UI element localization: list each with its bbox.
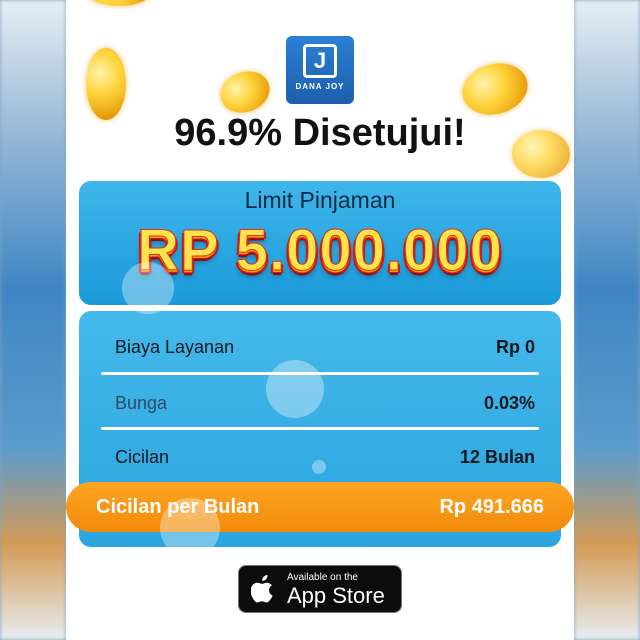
app-logo: J DANA JOY — [286, 36, 354, 104]
coin-decoration — [86, 48, 126, 120]
detail-row-installments: Cicilan 12 Bulan — [115, 447, 535, 477]
backdrop-right — [574, 0, 640, 640]
bokeh-decoration — [312, 460, 326, 474]
detail-label: Bunga — [115, 393, 168, 413]
detail-value: 0.03% — [483, 393, 535, 413]
monthly-installment-banner: Cicilan per Bulan Rp 491.666 — [66, 482, 574, 532]
detail-value: 12 Bulan — [459, 447, 535, 467]
loan-limit-title: Limit Pinjaman — [244, 187, 396, 213]
detail-row-interest: Bunga 0.03% — [115, 393, 535, 423]
app-store-button[interactable]: Available on the App Store — [238, 565, 402, 613]
detail-value: Rp 0 — [495, 337, 535, 357]
coin-decoration — [84, 0, 154, 6]
backdrop-left — [0, 0, 66, 640]
app-store-title: App Store — [287, 583, 385, 608]
detail-label: Cicilan — [115, 447, 170, 467]
detail-row-service-fee: Biaya Layanan Rp 0 — [115, 337, 535, 367]
bokeh-decoration — [266, 360, 324, 418]
bokeh-decoration — [122, 262, 174, 314]
monthly-installment-value: Rp 491.666 — [439, 496, 544, 518]
app-store-caption: Available on the — [287, 572, 358, 583]
apple-icon — [251, 575, 273, 603]
ad-panel: J DANA JOY 96.9% Disetujui! Limit Pinjam… — [66, 0, 574, 640]
bokeh-decoration — [160, 498, 220, 558]
logo-mark: J — [303, 44, 337, 78]
logo-brand: DANA JOY — [295, 82, 345, 91]
approval-headline: 96.9% Disetujui! — [174, 112, 466, 154]
detail-label: Biaya Layanan — [115, 337, 235, 357]
divider — [101, 427, 539, 430]
